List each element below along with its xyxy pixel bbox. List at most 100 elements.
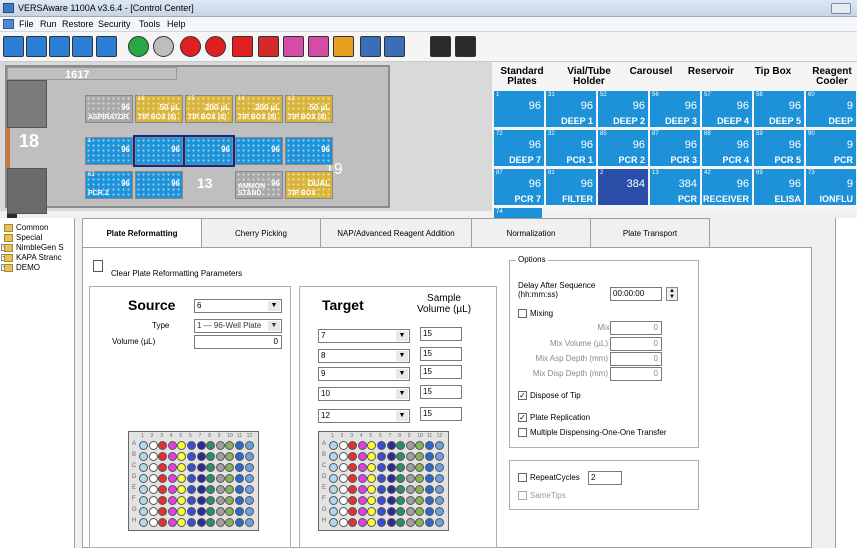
plate-type-tile[interactable]: 81 96 FILTER: [546, 169, 596, 205]
same-tips-checkbox[interactable]: [518, 491, 527, 500]
target-plate-select[interactable]: 10 ▼: [318, 387, 410, 401]
plate-well[interactable]: [348, 496, 358, 505]
plate-well[interactable]: [235, 485, 244, 494]
plate-type-tile[interactable]: 85 96 PCR 2: [598, 130, 648, 166]
run-icon[interactable]: [128, 36, 149, 57]
plate-well[interactable]: [225, 496, 235, 505]
plate-well[interactable]: [167, 496, 177, 505]
menu-security[interactable]: Security: [98, 19, 131, 29]
plate-well[interactable]: [415, 441, 425, 450]
target-plate-select[interactable]: 7 ▼: [318, 329, 410, 343]
plate-well[interactable]: [206, 507, 216, 516]
plate-well[interactable]: [196, 485, 206, 494]
plate-well[interactable]: [206, 485, 216, 494]
menu-file[interactable]: File: [19, 19, 34, 29]
plate-well[interactable]: [187, 441, 196, 450]
tab-nap-advanced-reagent-addition[interactable]: NAP/Advanced Reagent Addition: [320, 218, 472, 248]
plate-well[interactable]: [244, 485, 254, 494]
plate-well[interactable]: [357, 463, 367, 472]
plate-type-tile[interactable]: 90 9 PCR: [806, 130, 856, 166]
plate-well[interactable]: [329, 452, 338, 461]
plate-well[interactable]: [244, 496, 254, 505]
plate-well[interactable]: [139, 441, 148, 450]
plate-category-tab[interactable]: Standard Plates: [496, 67, 548, 87]
plate-well[interactable]: [348, 485, 358, 494]
plate-well[interactable]: [396, 474, 406, 483]
plate-well[interactable]: [167, 463, 177, 472]
plate-well[interactable]: [386, 496, 396, 505]
plate-well[interactable]: [396, 485, 406, 494]
plate-well[interactable]: [158, 474, 168, 483]
new-icon[interactable]: [3, 36, 24, 57]
plate-well[interactable]: [177, 518, 187, 527]
plate-well[interactable]: [206, 518, 216, 527]
mix-volume-field[interactable]: 0: [610, 337, 662, 351]
plate-well[interactable]: [148, 463, 158, 472]
deck-icon[interactable]: [283, 36, 304, 57]
plate-well[interactable]: [235, 474, 244, 483]
plate-category-tab[interactable]: Reagent Cooler: [808, 67, 856, 87]
plate-well[interactable]: [425, 474, 434, 483]
plate-well[interactable]: [434, 507, 444, 516]
plate-well[interactable]: [405, 441, 415, 450]
plate-well[interactable]: [206, 496, 216, 505]
plate-well[interactable]: [367, 452, 377, 461]
plate-well[interactable]: [425, 452, 434, 461]
plate-well[interactable]: [386, 485, 396, 494]
plate-well[interactable]: [167, 507, 177, 516]
plate-well[interactable]: [348, 507, 358, 516]
plate-type-tile[interactable]: 73 9 IONFLU: [806, 169, 856, 205]
plate-well[interactable]: [177, 507, 187, 516]
plate-well[interactable]: [405, 474, 415, 483]
plate-well[interactable]: [187, 474, 196, 483]
plate-well[interactable]: [196, 463, 206, 472]
plate-well[interactable]: [415, 496, 425, 505]
plate-well[interactable]: [148, 496, 158, 505]
deck-position[interactable]: 96: [183, 135, 235, 167]
plate-well[interactable]: [425, 441, 434, 450]
plate-well[interactable]: [425, 485, 434, 494]
plate-well[interactable]: [225, 441, 235, 450]
plate-well[interactable]: [434, 463, 444, 472]
plate-well[interactable]: [158, 441, 168, 450]
plate-well[interactable]: [139, 518, 148, 527]
plate-well[interactable]: [215, 452, 225, 461]
plate-well[interactable]: [367, 474, 377, 483]
plate-well[interactable]: [158, 496, 168, 505]
menu-help[interactable]: Help: [167, 19, 186, 29]
plate-well[interactable]: [386, 518, 396, 527]
plate-well[interactable]: [206, 452, 216, 461]
plate-well[interactable]: [377, 485, 386, 494]
plate-well[interactable]: [405, 485, 415, 494]
plate-well[interactable]: [244, 463, 254, 472]
plate-type-tile[interactable]: 74: [494, 208, 542, 218]
plate-well[interactable]: [415, 463, 425, 472]
plate-well[interactable]: [434, 518, 444, 527]
plate-well[interactable]: [225, 518, 235, 527]
plate-well[interactable]: [377, 474, 386, 483]
plate-well[interactable]: [187, 507, 196, 516]
mix-disp-field[interactable]: 0: [610, 367, 662, 381]
plate-well[interactable]: [206, 474, 216, 483]
plate-well[interactable]: [187, 452, 196, 461]
plate-well[interactable]: [405, 452, 415, 461]
plate-well[interactable]: [386, 452, 396, 461]
plate-well[interactable]: [357, 441, 367, 450]
deck-position[interactable]: 96: [133, 135, 185, 167]
plate-well[interactable]: [367, 518, 377, 527]
plate-well[interactable]: [329, 474, 338, 483]
multi-dispensing-checkbox[interactable]: [518, 428, 527, 437]
plate-well[interactable]: [338, 452, 348, 461]
plate-well[interactable]: [338, 496, 348, 505]
home-icon[interactable]: [232, 36, 253, 57]
plate-well[interactable]: [177, 496, 187, 505]
plate-well[interactable]: [367, 441, 377, 450]
source-volume-field[interactable]: 0: [194, 335, 282, 349]
plate-well[interactable]: [158, 463, 168, 472]
deck-position[interactable]: 14 200 µL TIP BOX (8): [235, 95, 283, 123]
plate-well[interactable]: [434, 441, 444, 450]
plate-well[interactable]: [139, 463, 148, 472]
plate-category-tab[interactable]: Reservoir: [680, 67, 742, 77]
plate-well[interactable]: [158, 452, 168, 461]
plate-well[interactable]: [187, 496, 196, 505]
